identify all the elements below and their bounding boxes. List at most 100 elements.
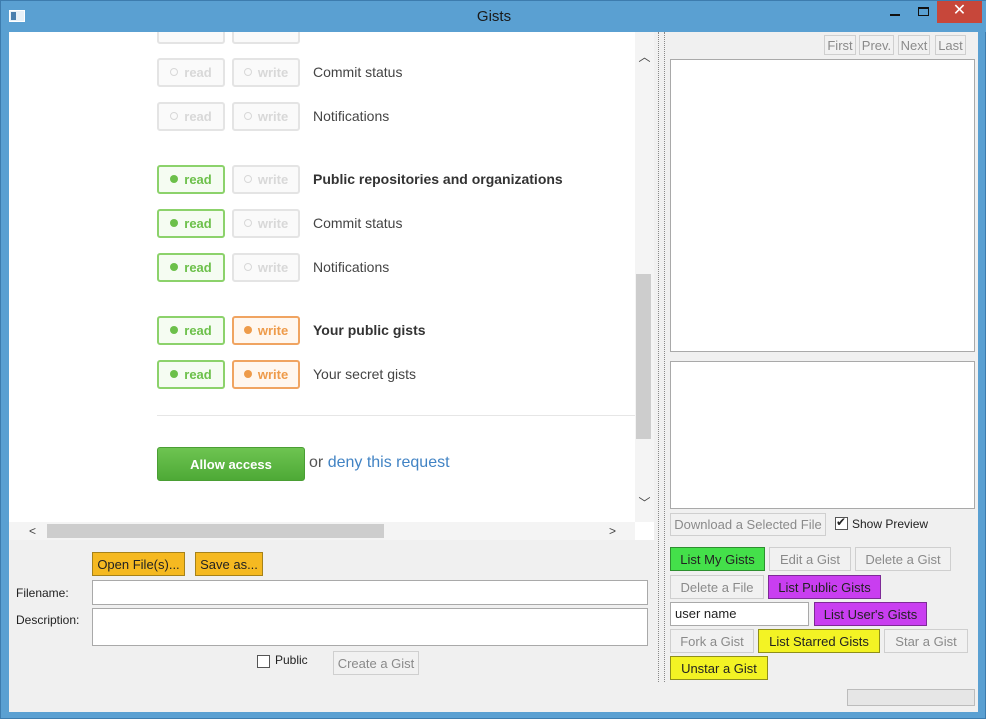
maximize-icon <box>917 7 929 16</box>
permission-label: Your secret gists <box>313 366 416 382</box>
write-label: write <box>257 366 289 382</box>
write-label: write <box>257 322 289 338</box>
read-toggle[interactable]: read <box>157 252 225 282</box>
status-bar <box>9 682 978 712</box>
list-public-gists-button[interactable]: List Public Gists <box>768 575 881 599</box>
list-starred-gists-button[interactable]: List Starred Gists <box>758 629 880 653</box>
window-title: Gists <box>476 8 512 25</box>
dot-icon <box>170 175 179 183</box>
horizontal-scrollbar[interactable]: < > <box>9 522 635 540</box>
save-as-button[interactable]: Save as... <box>195 552 263 576</box>
dot-icon <box>243 263 252 271</box>
file-list[interactable] <box>670 361 975 509</box>
read-toggle[interactable]: read <box>157 164 225 194</box>
read-toggle[interactable]: read <box>157 359 225 389</box>
user-name-field[interactable]: user name <box>670 602 809 626</box>
last-page-button[interactable]: Last <box>935 35 966 55</box>
close-button[interactable]: ✕ <box>937 1 982 23</box>
public-checkbox[interactable] <box>257 655 270 668</box>
permission-label: Your public gists <box>313 322 426 338</box>
read-label: read <box>184 171 212 187</box>
write-toggle[interactable]: write <box>232 101 300 131</box>
read-toggle[interactable]: read <box>157 315 225 345</box>
delete-gist-button[interactable]: Delete a Gist <box>855 547 951 571</box>
next-page-button[interactable]: Next <box>898 35 930 55</box>
scroll-left-icon[interactable]: < <box>29 522 36 540</box>
dot-icon <box>243 219 252 227</box>
unstar-gist-button[interactable]: Unstar a Gist <box>670 656 768 680</box>
scroll-up-icon[interactable]: ︿ <box>635 48 654 65</box>
first-page-button[interactable]: First <box>824 35 856 55</box>
read-toggle[interactable]: read <box>157 101 225 131</box>
read-toggle[interactable]: read <box>157 57 225 87</box>
permission-row: read write Notifications <box>157 252 389 282</box>
fork-gist-button[interactable]: Fork a Gist <box>670 629 754 653</box>
write-label: write <box>257 64 289 80</box>
dot-icon <box>170 219 179 227</box>
delete-file-button[interactable]: Delete a File <box>670 575 764 599</box>
write-toggle[interactable]: write <box>232 164 300 194</box>
horizontal-scroll-thumb[interactable] <box>47 524 384 538</box>
read-label: read <box>184 366 212 382</box>
scroll-right-icon[interactable]: > <box>609 522 616 540</box>
read-label: read <box>184 259 212 275</box>
permission-label: Commit status <box>313 64 403 80</box>
permission-row: read write Commit status <box>157 208 402 238</box>
gist-list[interactable] <box>670 59 975 352</box>
write-toggle[interactable]: write <box>232 359 300 389</box>
read-toggle[interactable]: read <box>157 208 225 238</box>
read-toggle[interactable] <box>157 32 225 44</box>
minimize-icon <box>890 14 900 16</box>
vertical-scrollbar[interactable]: ︿ ﹀ <box>635 32 654 522</box>
write-toggle[interactable]: write <box>232 252 300 282</box>
description-label: Description: <box>16 613 80 627</box>
dot-icon <box>243 112 252 120</box>
write-toggle[interactable]: write <box>232 208 300 238</box>
prev-page-button[interactable]: Prev. <box>859 35 894 55</box>
allow-access-button[interactable]: Allow access <box>157 447 305 481</box>
description-field[interactable] <box>92 608 648 646</box>
deny-request-link[interactable]: deny this request <box>328 454 450 471</box>
splitter[interactable] <box>658 32 665 682</box>
read-label: read <box>184 64 212 80</box>
create-gist-button[interactable]: Create a Gist <box>333 651 419 675</box>
list-my-gists-button[interactable]: List My Gists <box>670 547 765 571</box>
maximize-button[interactable] <box>909 1 937 23</box>
dot-icon <box>170 68 179 76</box>
permission-row: read write Notifications <box>157 101 389 131</box>
close-icon: ✕ <box>952 2 967 19</box>
write-toggle[interactable] <box>232 32 300 44</box>
permission-row-clipped <box>157 32 307 44</box>
filename-label: Filename: <box>16 586 69 600</box>
star-gist-button[interactable]: Star a Gist <box>884 629 968 653</box>
read-label: read <box>184 322 212 338</box>
dot-icon <box>243 370 252 378</box>
divider <box>157 415 635 416</box>
open-files-button[interactable]: Open File(s)... <box>92 552 185 576</box>
write-label: write <box>257 259 289 275</box>
show-preview-checkbox[interactable] <box>835 515 848 530</box>
write-label: write <box>257 108 289 124</box>
dot-icon <box>243 326 252 334</box>
edit-gist-button[interactable]: Edit a Gist <box>769 547 851 571</box>
dot-icon <box>170 326 179 334</box>
write-label: write <box>257 215 289 231</box>
permission-label: Public repositories and organizations <box>313 171 563 187</box>
scroll-down-icon[interactable]: ﹀ <box>635 494 654 511</box>
read-label: read <box>184 108 212 124</box>
permission-row: read write Public repositories and organiz… <box>157 164 563 194</box>
list-users-gists-button[interactable]: List User's Gists <box>814 602 927 626</box>
dot-icon <box>170 112 179 120</box>
download-file-button[interactable]: Download a Selected File <box>670 513 826 536</box>
write-toggle[interactable]: write <box>232 57 300 87</box>
read-label: read <box>184 215 212 231</box>
filename-field[interactable] <box>92 580 648 605</box>
dot-icon <box>243 175 252 183</box>
minimize-button[interactable] <box>881 1 909 23</box>
write-toggle[interactable]: write <box>232 315 300 345</box>
public-label: Public <box>275 653 308 667</box>
app-window: Gists ✕ read write Commit status read write N… <box>0 0 986 719</box>
vertical-scroll-thumb[interactable] <box>636 274 651 439</box>
dot-icon <box>243 68 252 76</box>
dot-icon <box>170 263 179 271</box>
